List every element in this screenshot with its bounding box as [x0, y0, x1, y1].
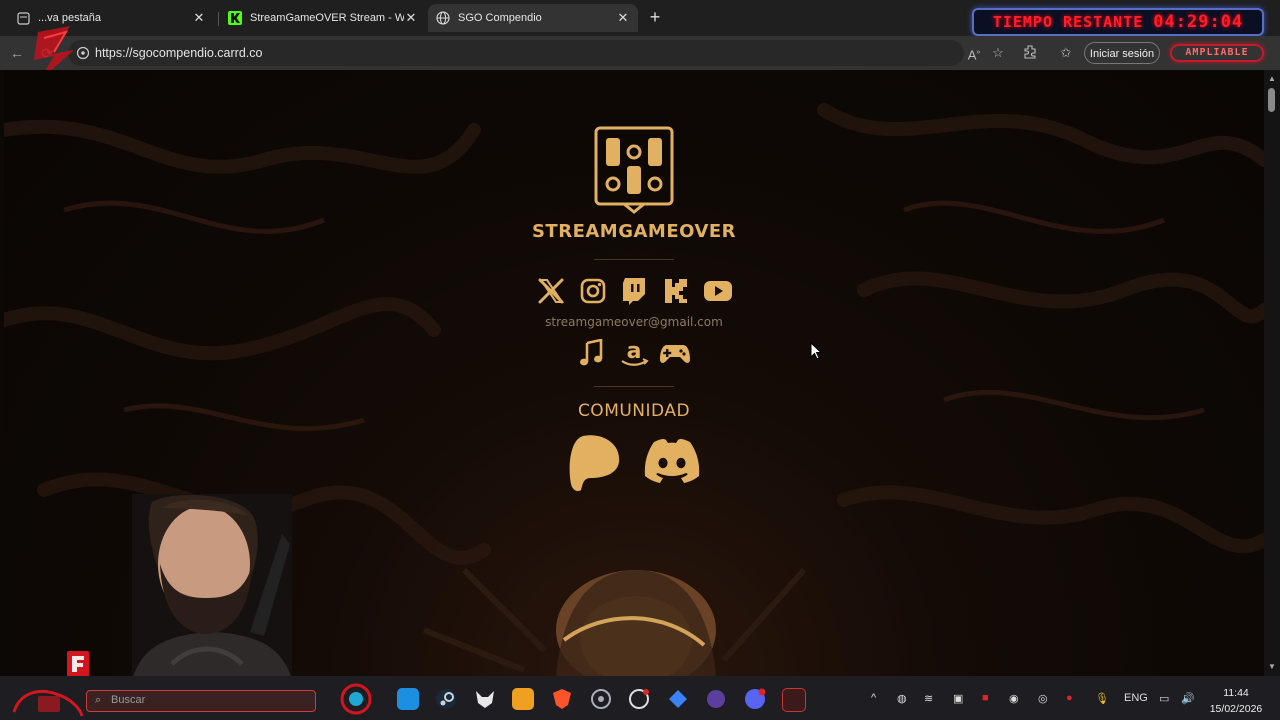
- clock-time: 11:44: [1223, 687, 1249, 699]
- discord-icon[interactable]: [642, 438, 702, 484]
- clock-date: 15/02/2026: [1209, 703, 1263, 715]
- tab-label: ...va pestaña: [38, 12, 101, 24]
- scroll-thumb[interactable]: [1268, 88, 1275, 112]
- chatgpt-icon[interactable]: [628, 688, 650, 710]
- scroll-up-icon[interactable]: ▲: [1268, 74, 1276, 83]
- brave-icon[interactable]: [551, 688, 573, 710]
- network-globe-icon[interactable]: ◍: [897, 692, 907, 705]
- tray-chevron-icon[interactable]: ^: [871, 692, 876, 704]
- globe-icon: [436, 11, 450, 25]
- kick-favicon-icon: [228, 11, 242, 25]
- network-icon[interactable]: ▭: [1159, 692, 1169, 705]
- tab-label: SGO Compendio: [458, 12, 542, 24]
- new-tab-icon: [16, 11, 30, 25]
- community-title: COMUNIDAD: [577, 401, 691, 421]
- discord-taskbar-icon[interactable]: [744, 688, 766, 710]
- tray-app-icon[interactable]: ▣: [953, 692, 963, 705]
- twitch-icon[interactable]: [621, 277, 647, 305]
- tray-red-app-icon[interactable]: ■: [982, 692, 989, 704]
- scroll-down-icon[interactable]: ▼: [1268, 662, 1276, 671]
- contact-email[interactable]: streamgameover@gmail.com: [4, 315, 1264, 329]
- camera-app-icon[interactable]: [590, 688, 612, 710]
- close-tab-icon[interactable]: ✕: [192, 11, 206, 25]
- favorites-icon[interactable]: ✩: [1058, 45, 1074, 61]
- amazon-icon[interactable]: a: [619, 339, 649, 367]
- bottom-illustration: [422, 567, 807, 676]
- signin-button[interactable]: Iniciar sesión: [1084, 42, 1160, 64]
- tray-m-icon[interactable]: ●: [1066, 692, 1073, 704]
- search-icon: ⌕: [95, 694, 102, 706]
- game-app-icon[interactable]: [782, 688, 806, 712]
- extend-time-badge: AMPLIABLE: [1170, 44, 1264, 62]
- page-scrollbar[interactable]: ▲ ▼: [1264, 70, 1280, 676]
- tab-separator: [218, 12, 219, 26]
- instagram-icon[interactable]: [580, 278, 606, 304]
- address-bar[interactable]: https://sgocompendio.carrd.co: [68, 40, 964, 66]
- patreon-icon[interactable]: [569, 434, 623, 492]
- x-icon[interactable]: [538, 278, 564, 304]
- app-diamond-icon[interactable]: [667, 688, 689, 710]
- url-text: https://sgocompendio.carrd.co: [95, 46, 263, 60]
- volume-icon[interactable]: 🔊: [1181, 692, 1195, 705]
- timer-label: TIEMPO RESTANTE: [992, 13, 1144, 31]
- microphone-icon[interactable]: 🎙: [1095, 692, 1109, 705]
- mouse-cursor-icon: [810, 342, 822, 360]
- svg-text:a: a: [627, 339, 642, 364]
- gamepad-icon[interactable]: [659, 343, 691, 365]
- divider: [594, 259, 674, 260]
- music-icon[interactable]: [578, 339, 604, 367]
- webcam-feed: [132, 494, 292, 680]
- tab-label: StreamGameOVER Stream - Watch: [250, 12, 404, 24]
- language-indicator[interactable]: ENG: [1124, 692, 1148, 704]
- site-title: STREAMGAMEOVER: [531, 221, 737, 242]
- tray-steam-icon[interactable]: ◉: [1009, 692, 1019, 705]
- kick-icon[interactable]: [664, 278, 688, 304]
- timer-value: 04:29:04: [1153, 12, 1244, 32]
- extensions-icon[interactable]: [1022, 45, 1038, 61]
- tray-discord-icon[interactable]: ◎: [1038, 692, 1048, 705]
- search-placeholder: Buscar: [111, 694, 146, 706]
- streamer-image: [132, 494, 292, 680]
- youtube-icon[interactable]: [703, 279, 733, 303]
- taskbar-search[interactable]: ⌕ Buscar: [86, 690, 316, 712]
- gaming-decoration-icon: [340, 683, 372, 715]
- close-tab-icon[interactable]: ✕: [404, 11, 418, 25]
- stream-timer: TIEMPO RESTANTE 04:29:04: [972, 8, 1264, 36]
- read-aloud-icon[interactable]: A»: [966, 45, 982, 62]
- photos-app-icon[interactable]: [397, 688, 419, 710]
- close-tab-icon[interactable]: ✕: [616, 11, 630, 25]
- divider: [594, 386, 674, 387]
- system-clock[interactable]: 11:44 15/02/2026: [1206, 685, 1266, 717]
- audio-wave-icon[interactable]: ≋: [924, 692, 933, 705]
- start-overlay-icon[interactable]: [10, 682, 86, 718]
- obs-fox-icon[interactable]: [474, 688, 496, 710]
- vpn-app-icon[interactable]: [705, 688, 727, 710]
- back-icon[interactable]: ←: [8, 44, 26, 62]
- sublime-icon[interactable]: [512, 688, 534, 710]
- streamgameover-logo: [594, 126, 674, 214]
- steam-icon[interactable]: [435, 688, 457, 710]
- channel-badge-icon: [67, 651, 89, 677]
- tab-kick-stream[interactable]: StreamGameOVER Stream - Watch ✕: [220, 4, 426, 32]
- tab-sgo-compendio[interactable]: SGO Compendio ✕: [428, 4, 638, 32]
- new-tab-button[interactable]: +: [646, 8, 664, 27]
- favorite-star-icon[interactable]: ☆: [990, 45, 1006, 61]
